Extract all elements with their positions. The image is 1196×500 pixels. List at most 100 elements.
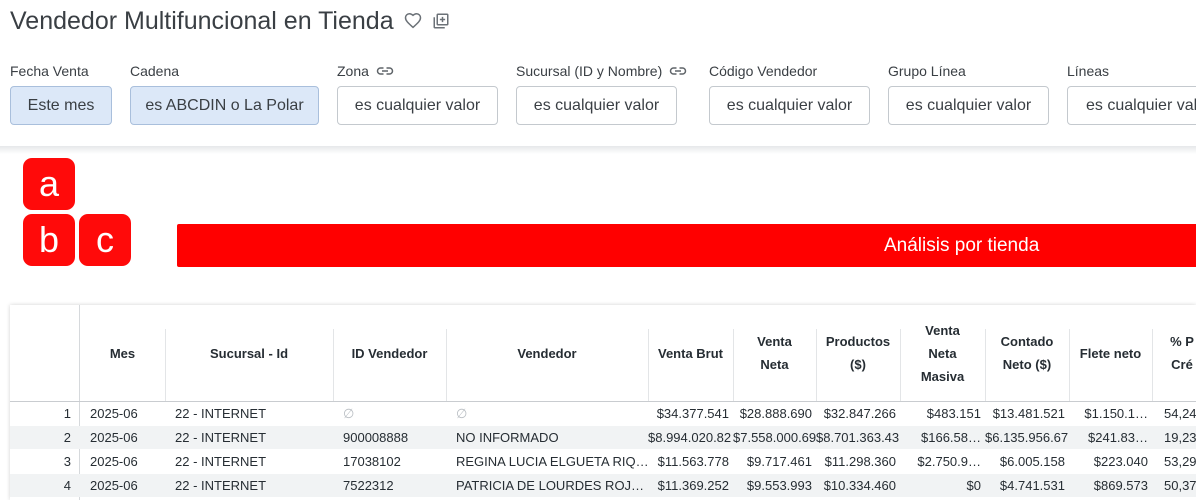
cell-mes: 2025-06 [90,430,138,445]
cell-venta_brut: $11.369.252 [657,478,729,493]
cell-flete: $1.150.1… [1084,406,1148,421]
cell-contado: $13.481.521 [992,406,1065,421]
cell-pct: 19,23 [1164,430,1196,445]
cell-mes: 2025-06 [90,454,138,469]
cell-idx: 1 [63,406,71,421]
filter-label: Sucursal (ID y Nombre) [516,63,663,79]
cell-id_vendedor: 900008888 [343,430,409,445]
cell-venta_neta: $9.553.993 [746,478,812,493]
column-header-sucursal[interactable]: Sucursal - Id [165,305,333,401]
filter-cadena-value[interactable]: es ABCDIN o La Polar [130,86,319,125]
cell-venta_brut: $8.994.020.82 [648,430,732,445]
column-header-venta_neta[interactable]: Venta Neta [733,305,816,401]
heart-outline-icon[interactable] [404,12,422,30]
cell-productos: $32.847.266 [823,406,896,421]
filter-fecha-venta-value[interactable]: Este mes [10,86,112,125]
column-header-vendedor[interactable]: Vendedor [446,305,648,401]
filter-lineas: Líneas es cualquier valor [1067,62,1196,125]
filter-cadena: Cadena es ABCDIN o La Polar [130,62,319,125]
filter-lineas-value[interactable]: es cualquier valor [1067,86,1196,125]
cell-flete: $241.83… [1088,430,1148,445]
cell-vendedor: REGINA LUCIA ELGUETA RIQ… [456,454,648,469]
cell-venta_neta: $28.888.690 [739,406,812,421]
filter-sucursal-value[interactable]: es cualquier valor [516,86,677,125]
cell-productos: $8.701.363.43 [816,430,900,445]
cell-idx: 2 [63,430,71,445]
filter-fecha-venta: Fecha Venta Este mes [10,62,112,125]
section-banner: Análisis por tienda [177,224,1196,267]
cell-venta_brut: $11.563.778 [657,454,729,469]
column-separator[interactable] [816,329,817,401]
cell-id_vendedor: ∅ [343,406,355,421]
cell-pct: 54,24 [1164,406,1196,421]
column-header-contado[interactable]: Contado Neto ($) [985,305,1069,401]
column-separator[interactable] [446,329,447,401]
data-table: Mes Sucursal - Id ID Vendedor Vendedor Venta… [10,305,1196,500]
cell-idx: 3 [63,454,71,469]
column-separator[interactable] [165,329,166,401]
cell-sucursal: 22 - INTERNET [175,406,267,421]
filter-grupo-linea: Grupo Línea es cualquier valor [888,62,1049,125]
table-row[interactable]: 3 2025-06 22 - INTERNET 17038102 REGINA LUCI… [10,450,1196,473]
cell-vendedor: NO INFORMADO [456,430,559,445]
column-header-mes[interactable]: Mes [80,305,165,401]
cell-contado: $4.741.531 [999,478,1065,493]
column-header-id_vendedor[interactable]: ID Vendedor [333,305,446,401]
column-header-idx[interactable] [10,305,80,401]
filter-label: Grupo Línea [888,63,966,79]
cell-sucursal: 22 - INTERNET [175,454,267,469]
table-row[interactable]: 2 2025-06 22 - INTERNET 900008888 NO INFORMA… [10,426,1196,449]
column-header-venta_brut[interactable]: Venta Brut [648,305,733,401]
link-icon[interactable] [376,65,394,77]
library-add-icon[interactable] [432,12,450,30]
filter-grupo-linea-value[interactable]: es cualquier valor [888,86,1049,125]
column-separator[interactable] [648,329,649,401]
column-separator[interactable] [333,329,334,401]
cell-contado: $6.005.158 [999,454,1065,469]
link-icon[interactable] [669,65,687,77]
cell-mes: 2025-06 [90,406,138,421]
cell-productos: $11.298.360 [824,454,896,469]
header-divider [0,146,1196,154]
column-header-productos[interactable]: Productos ($) [816,305,900,401]
column-separator[interactable] [1152,329,1153,401]
column-header-flete[interactable]: Flete neto [1069,305,1152,401]
cell-venta_neta: $9.717.461 [746,454,812,469]
filter-bar: Fecha Venta Este mes Cadena es ABCDIN o … [0,62,1196,132]
filter-codigo-vendedor-value[interactable]: es cualquier valor [709,86,870,125]
cell-flete: $869.573 [1093,478,1148,493]
cell-venta_neta_masiva: $2.750.9… [917,454,981,469]
cell-venta_neta: $7.558.000.69 [733,430,816,445]
cell-pct: 50,37 [1164,478,1196,493]
cell-vendedor: ∅ [456,406,468,421]
cell-productos: $10.334.460 [823,478,896,493]
cell-id_vendedor: 17038102 [343,454,401,469]
column-separator[interactable] [900,329,901,401]
cell-mes: 2025-06 [90,478,138,493]
filter-label: Cadena [130,63,180,79]
filter-sucursal: Sucursal (ID y Nombre) es cualquier valo… [516,62,687,125]
logo-letter-a: a [23,158,75,210]
column-header-venta_neta_masiva[interactable]: Venta Neta Masiva [900,305,985,401]
filter-label: Líneas [1067,63,1110,79]
column-separator[interactable] [1069,329,1070,401]
cell-sucursal: 22 - INTERNET [175,430,267,445]
dashboard-header: Vendedor Multifuncional en Tienda [10,4,450,38]
column-separator[interactable] [985,329,986,401]
column-header-pct[interactable]: % P Cré [1152,305,1196,401]
cell-pct: 53,29 [1164,454,1196,469]
logo-letter-b: b [23,214,75,266]
banner-title: Análisis por tienda [884,235,1040,256]
filter-label: Fecha Venta [10,63,89,79]
cell-venta_brut: $34.377.541 [656,406,729,421]
cell-flete: $223.040 [1093,454,1148,469]
column-separator[interactable] [733,329,734,401]
page-title: Vendedor Multifuncional en Tienda [10,6,394,35]
cell-venta_neta_masiva: $0 [966,478,981,493]
table-row[interactable]: 1 2025-06 22 - INTERNET ∅ ∅ $34.377.541 $28.88… [10,402,1196,425]
cell-idx: 4 [63,478,71,493]
table-row[interactable]: 4 2025-06 22 - INTERNET 7522312 PATRICIA DE … [10,474,1196,497]
cell-venta_neta_masiva: $483.151 [926,406,981,421]
filter-zona-value[interactable]: es cualquier valor [337,86,498,125]
cell-venta_neta_masiva: $166.58… [921,430,981,445]
